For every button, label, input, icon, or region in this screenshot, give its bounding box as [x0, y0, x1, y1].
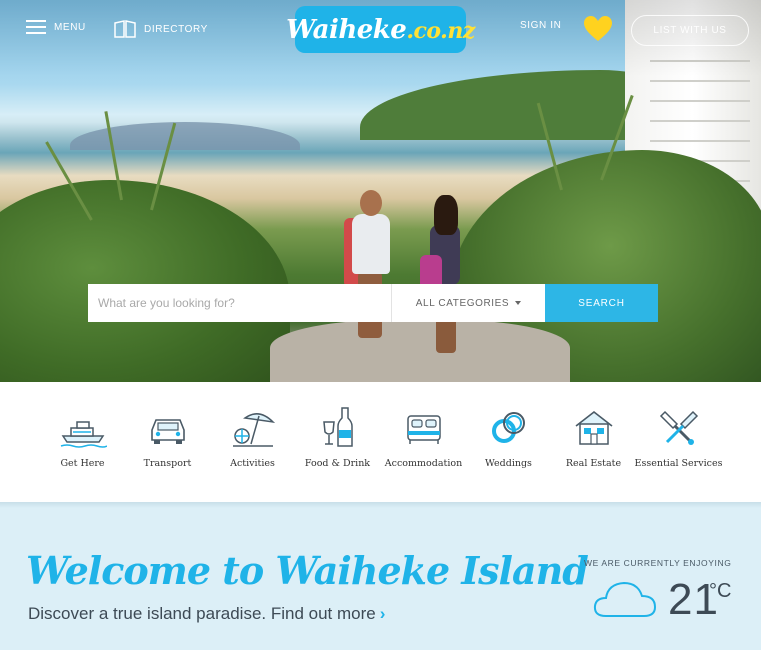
category-food-drink[interactable]: Food & Drink	[295, 404, 380, 469]
category-accommodation[interactable]: Accommodation	[381, 404, 466, 469]
car-icon	[150, 419, 185, 444]
site-logo[interactable]: Waiheke.co.nz	[286, 6, 475, 53]
cloud-icon	[593, 581, 657, 617]
chevron-right-icon: ›	[379, 604, 386, 623]
hamburger-icon	[26, 20, 46, 34]
logo-text: Waiheke.co.nz	[286, 14, 475, 45]
house-icon	[575, 410, 612, 445]
weather-label: WE ARE CURRENTLY ENJOYING	[584, 558, 732, 568]
category-label: Food & Drink	[304, 458, 371, 469]
temperature-unit: °C	[709, 580, 732, 602]
category-activities[interactable]: Activities	[210, 404, 295, 469]
beach-umbrella-icon	[232, 413, 275, 447]
menu-button[interactable]: MENU	[26, 20, 86, 34]
bed-icon	[406, 415, 441, 444]
directory-button[interactable]: DIRECTORY	[114, 20, 208, 38]
category-label: Essential Services	[634, 458, 723, 469]
welcome-title: Welcome to Waiheke Island	[26, 548, 589, 593]
sign-in-link[interactable]: SIGN IN	[520, 20, 561, 31]
ferry-icon	[60, 421, 107, 448]
list-with-us-label: LIST WITH US	[653, 25, 727, 36]
tools-icon	[659, 410, 698, 445]
category-dropdown[interactable]: ALL CATEGORIES	[391, 284, 545, 322]
hero-banner	[0, 0, 761, 382]
menu-label: MENU	[54, 21, 86, 33]
category-label: Weddings	[485, 458, 532, 469]
book-icon	[114, 20, 136, 38]
search-input[interactable]	[88, 284, 391, 322]
category-essential-services[interactable]: Essential Services	[634, 404, 723, 469]
category-dropdown-label: ALL CATEGORIES	[415, 297, 510, 309]
list-with-us-button[interactable]: LIST WITH US	[631, 15, 749, 46]
caret-down-icon	[515, 301, 522, 305]
sign-in-label: SIGN IN	[520, 20, 562, 31]
category-label: Real Estate	[565, 458, 622, 469]
hero-overlay	[0, 0, 761, 382]
wine-glass-bottle-icon	[322, 407, 353, 447]
category-get-here[interactable]: Get Here	[40, 404, 125, 469]
category-label: Activities	[230, 458, 275, 469]
category-label: Get Here	[60, 458, 105, 469]
category-weddings[interactable]: Weddings	[466, 404, 551, 469]
heart-icon[interactable]	[584, 16, 612, 42]
find-out-more-link[interactable]: Discover a true island paradise. Find ou…	[28, 604, 385, 624]
search-button[interactable]: SEARCH	[545, 284, 658, 322]
category-real-estate[interactable]: Real Estate	[551, 404, 636, 469]
search-button-label: SEARCH	[578, 297, 625, 309]
category-label: Transport	[143, 458, 192, 469]
directory-label: DIRECTORY	[144, 23, 208, 35]
category-transport[interactable]: Transport	[125, 404, 210, 469]
welcome-subtitle: Discover a true island paradise. Find ou…	[28, 604, 376, 623]
rings-icon	[491, 412, 525, 443]
category-label: Accommodation	[384, 458, 463, 469]
